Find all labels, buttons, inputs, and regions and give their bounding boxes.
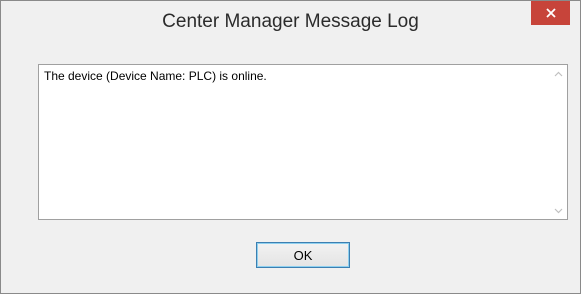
dialog-content: The device (Device Name: PLC) is online.… xyxy=(10,44,571,283)
close-icon xyxy=(545,8,556,18)
ok-button[interactable]: OK xyxy=(256,242,350,268)
vertical-scrollbar[interactable] xyxy=(550,65,567,219)
scroll-up-button[interactable] xyxy=(550,65,567,82)
chevron-down-icon xyxy=(554,208,563,213)
title-bar[interactable]: Center Manager Message Log xyxy=(1,1,580,43)
message-log-textarea[interactable]: The device (Device Name: PLC) is online. xyxy=(38,64,568,220)
scroll-down-button[interactable] xyxy=(550,202,567,219)
window-title: Center Manager Message Log xyxy=(162,11,419,32)
message-log-dialog: Center Manager Message Log The device (D… xyxy=(0,0,581,294)
chevron-up-icon xyxy=(554,71,563,76)
close-button[interactable] xyxy=(531,1,570,25)
log-message: The device (Device Name: PLC) is online. xyxy=(44,69,267,83)
